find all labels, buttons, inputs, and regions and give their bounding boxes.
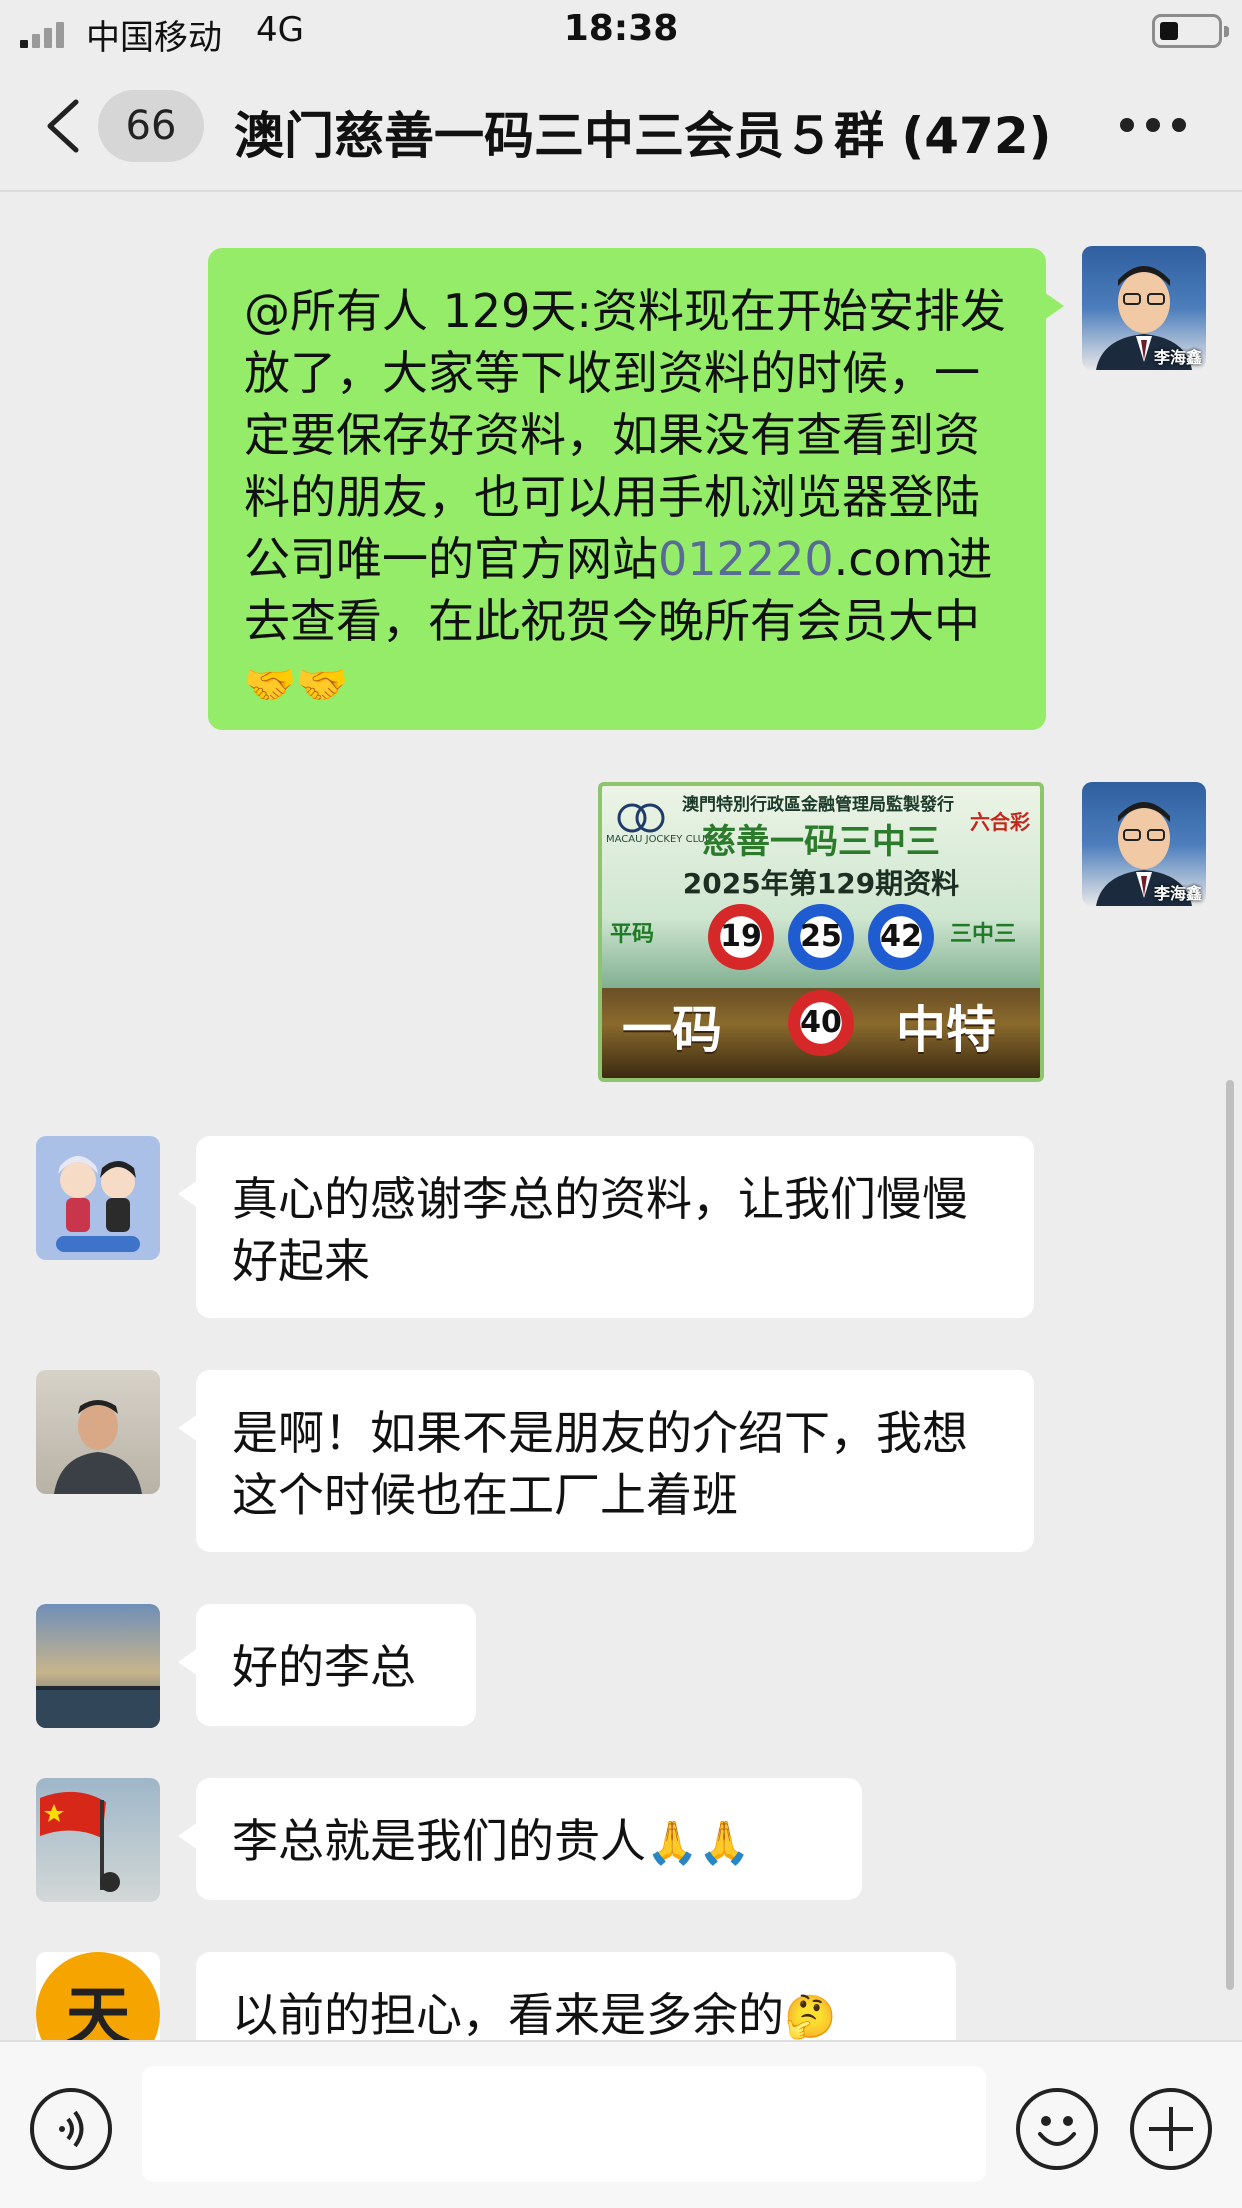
message-text: 李总就是我们的贵人: [232, 1814, 646, 1868]
special-lottery-ball: 40: [788, 990, 854, 1056]
lottery-ball: 25: [788, 904, 854, 970]
website-link[interactable]: 012220: [658, 532, 834, 586]
handshake-emoji: 🤝🤝: [244, 660, 349, 709]
add-attachment-icon[interactable]: [1130, 2088, 1212, 2170]
more-options-icon[interactable]: [1120, 118, 1190, 134]
avatar[interactable]: [36, 1136, 160, 1260]
avatar[interactable]: [36, 1370, 160, 1494]
message-text: 以前的担心，看来是多余的: [232, 1988, 784, 2040]
poster-title: 慈善一码三中三: [702, 822, 940, 862]
poster-bottom-right: 中特: [896, 1001, 996, 1059]
poster-label-left: 平码: [610, 922, 655, 947]
avatar[interactable]: [36, 1778, 160, 1902]
chat-title: 澳门慈善一码三中三会员５群 (472): [234, 107, 1052, 165]
voice-input-icon[interactable]: [30, 2088, 112, 2170]
avatar[interactable]: 李海鑫: [1082, 782, 1206, 906]
back-arrow-icon[interactable]: [40, 96, 90, 156]
avatar-name-tag: 李海鑫: [1153, 348, 1202, 367]
emoji-icon[interactable]: [1016, 2088, 1098, 2170]
avatar[interactable]: 李海鑫: [1082, 246, 1206, 370]
unread-count-badge[interactable]: 66: [98, 90, 204, 162]
message-bubble[interactable]: 李总就是我们的贵人🙏🙏: [178, 1778, 862, 1900]
message-bubble[interactable]: 好的李总: [178, 1604, 476, 1726]
poster-label-right: 三中三: [950, 922, 1017, 947]
message-text: 是啊！如果不是朋友的介绍下，我想这个时候也在工厂上着班: [232, 1406, 968, 1522]
message-bubble[interactable]: 是啊！如果不是朋友的介绍下，我想这个时候也在工厂上着班: [178, 1370, 1034, 1552]
message-bubble[interactable]: @所有人 129天:资料现在开始安排发放了，大家等下收到资料的时候，一定要保存好…: [208, 248, 1064, 730]
poster-subtitle: 2025年第129期资料: [682, 867, 960, 900]
avatar-character: 天: [66, 1980, 130, 2040]
input-bar: [0, 2040, 1242, 2208]
message-bubble[interactable]: 真心的感谢李总的资料，让我们慢慢好起来: [178, 1136, 1034, 1318]
status-bar: 中国移动 4G 18:38: [0, 0, 1242, 62]
thinking-emoji: 🤔: [784, 1992, 837, 2040]
avatar[interactable]: 天: [36, 1952, 160, 2040]
message-text: 好的李总: [232, 1640, 416, 1694]
poster-bottom-left: 一码: [622, 1001, 722, 1059]
avatar[interactable]: [36, 1604, 160, 1728]
clock: 18:38: [563, 8, 679, 49]
avatar-name-tag: 李海鑫: [1153, 884, 1202, 903]
lottery-ball: 19: [708, 904, 774, 970]
message-text: 真心的感谢李总的资料，让我们慢慢好起来: [232, 1172, 968, 1288]
message-input[interactable]: [142, 2066, 986, 2182]
chat-header: 66 澳门慈善一码三中三会员５群 (472): [0, 62, 1242, 192]
pray-emoji: 🙏🙏: [646, 1818, 751, 1867]
poster-header: 澳門特別行政區金融管理局監製發行: [682, 795, 954, 815]
lottery-ball: 42: [868, 904, 934, 970]
message-bubble[interactable]: 以前的担心，看来是多余的🤔: [196, 1952, 956, 2040]
battery-icon: [1152, 14, 1229, 48]
scrollbar[interactable]: [1226, 1080, 1234, 1990]
lottery-poster-image[interactable]: MACAU JOCKEY CLUB 澳門特別行政區金融管理局監製發行 六合彩 慈…: [598, 782, 1044, 1082]
